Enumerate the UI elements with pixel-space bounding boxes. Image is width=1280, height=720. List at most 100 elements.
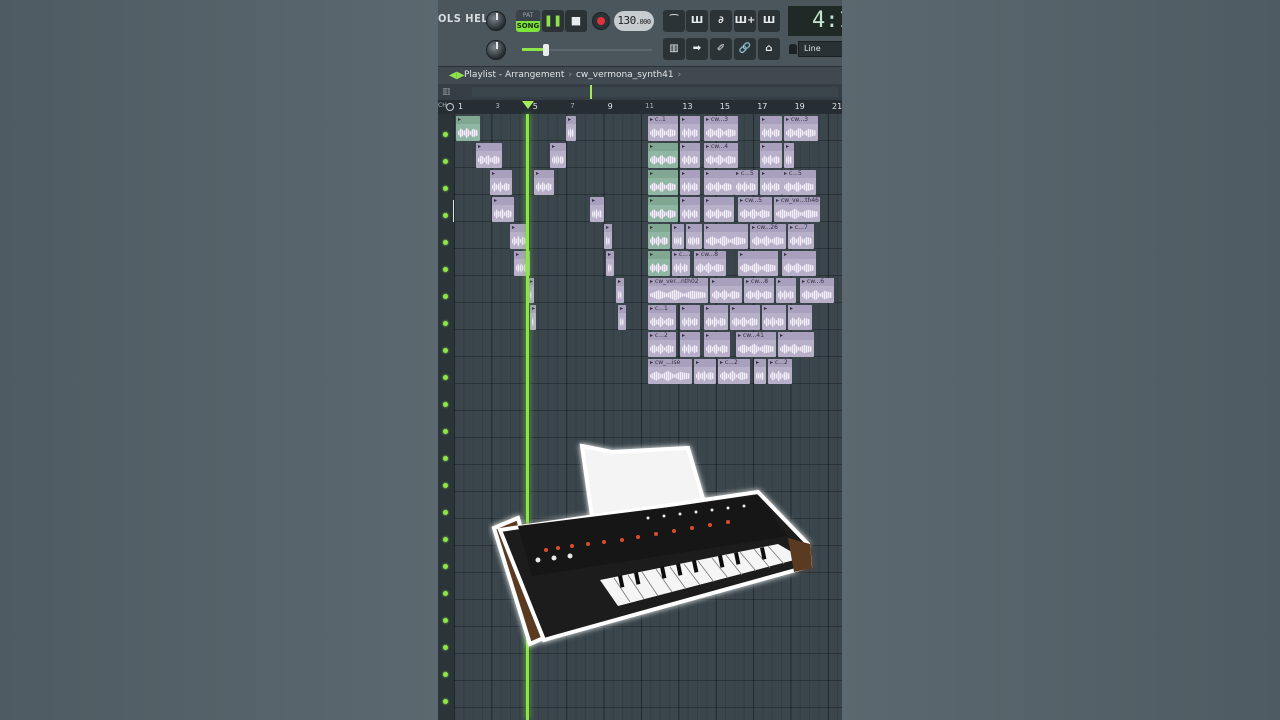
track-mute-led[interactable] (443, 294, 448, 299)
clip-header[interactable]: ▸ (710, 278, 742, 286)
track-mute-led[interactable] (443, 537, 448, 542)
audio-clip[interactable]: ▸ c...2 (768, 359, 792, 384)
plugin-icon[interactable]: ✐ (710, 38, 732, 60)
clip-header[interactable]: ▸ (648, 197, 678, 205)
audio-clip[interactable]: ▸ (492, 197, 514, 222)
clip-header[interactable]: ▸ (782, 251, 816, 259)
clip-header[interactable]: ▸ (738, 251, 778, 259)
clip-header[interactable]: ▸ (704, 197, 734, 205)
audio-clip[interactable]: ▸ (616, 278, 624, 303)
track-mute-led[interactable] (443, 159, 448, 164)
master-volume-knob[interactable] (486, 11, 506, 31)
audio-clip[interactable]: ▸ (606, 251, 614, 276)
clip-header[interactable]: ▸ c...7 (788, 224, 814, 232)
audio-clip[interactable]: ▸ (604, 224, 612, 249)
clip-header[interactable]: ▸ (680, 116, 700, 124)
piano-roll-icon[interactable]: ▥ (663, 38, 685, 60)
song-label[interactable]: SONG (516, 21, 540, 32)
track-mute-led[interactable] (443, 456, 448, 461)
clip-header[interactable]: ▸ c...5 (782, 170, 816, 178)
track-mute-led[interactable] (443, 267, 448, 272)
audio-clip[interactable]: ▸ cw_ver...nth02 (648, 278, 708, 303)
audio-clip[interactable]: ▸ (704, 305, 728, 330)
clip-header[interactable]: ▸ (788, 305, 812, 313)
track-mute-led[interactable] (443, 429, 448, 434)
audio-clip[interactable]: ▸ cw...26 (750, 224, 786, 249)
clip-header[interactable]: ▸ (648, 224, 670, 232)
stop-button[interactable]: ■ (565, 10, 587, 32)
clip-header[interactable]: ▸ cw...8 (694, 251, 726, 259)
clip-header[interactable]: ▸ (760, 143, 782, 151)
audio-clip[interactable]: ▸ (760, 116, 782, 141)
audio-clip[interactable]: ▸ cw...5 (738, 197, 772, 222)
track-mute-led[interactable] (443, 591, 448, 596)
clip-header[interactable]: ▸ (680, 143, 700, 151)
clip-header[interactable]: ▸ (648, 143, 678, 151)
audio-clip[interactable]: ▸ (776, 278, 796, 303)
metronome-icon[interactable]: ⁀ (663, 10, 685, 32)
audio-clip[interactable]: ▸ (710, 278, 742, 303)
clip-header[interactable]: ▸ c...2 (768, 359, 792, 367)
audio-clip[interactable]: ▸ (680, 116, 700, 141)
audio-clip[interactable]: ▸ (680, 170, 700, 195)
track-mute-led[interactable] (443, 402, 448, 407)
clip-header[interactable]: ▸ (760, 170, 782, 178)
audio-clip[interactable]: ▸ c..1 (648, 116, 678, 141)
audio-clip[interactable]: ▸ (476, 143, 502, 168)
clip-header[interactable]: ▸ (456, 116, 480, 124)
clip-header[interactable]: ▸ c..1 (648, 116, 678, 124)
track-mute-led[interactable] (443, 672, 448, 677)
audio-clip[interactable]: ▸ (618, 305, 626, 330)
clip-header[interactable]: ▸ (648, 251, 670, 259)
clip-header[interactable]: ▸ cw...6 (800, 278, 834, 286)
audio-clip[interactable]: ▸ (680, 332, 700, 357)
clip-header[interactable]: ▸ cw...5 (738, 197, 772, 205)
clip-header[interactable]: ▸ (686, 224, 702, 232)
audio-clip[interactable]: ▸ (730, 305, 760, 330)
track-mute-led[interactable] (443, 645, 448, 650)
clip-header[interactable]: ▸ (680, 170, 700, 178)
clip-header[interactable]: ▸ (606, 251, 614, 259)
overview-position-marker[interactable] (590, 85, 592, 99)
clip-header[interactable]: ▸ cw...3 (784, 116, 818, 124)
audio-clip[interactable]: ▸ (788, 305, 812, 330)
countdown-icon[interactable]: ∂ (710, 10, 732, 32)
clip-header[interactable]: ▸ (604, 224, 612, 232)
audio-clip[interactable]: ▸ (760, 170, 782, 195)
audio-clip[interactable]: ▸ (490, 170, 512, 195)
audio-clip[interactable]: ▸ (680, 197, 700, 222)
audio-clip[interactable]: ▸ (704, 197, 734, 222)
track-mute-led[interactable] (443, 348, 448, 353)
audio-clip[interactable]: ▸ cw_...ise (648, 359, 692, 384)
link-icon[interactable]: 🔗 (734, 38, 756, 60)
step-edit-icon[interactable]: Ш+ (734, 10, 756, 32)
wait-input-icon[interactable]: Ш (686, 10, 708, 32)
audio-clip[interactable]: ▸ (686, 224, 702, 249)
audio-clip[interactable]: ▸ cw...41 (736, 332, 776, 357)
track-mute-led[interactable] (443, 510, 448, 515)
audio-clip[interactable]: ▸ (672, 224, 684, 249)
track-mute-led[interactable] (443, 618, 448, 623)
loop-record-icon[interactable]: Ш (758, 10, 780, 32)
audio-clip[interactable]: ▸ (648, 224, 670, 249)
clip-header[interactable]: ▸ (762, 305, 786, 313)
clip-header[interactable]: ▸ (590, 197, 604, 205)
overview-area[interactable] (472, 87, 838, 97)
song-position-marker[interactable] (522, 101, 534, 109)
clip-header[interactable]: ▸ cw...26 (750, 224, 786, 232)
audio-clip[interactable]: ▸ (456, 116, 480, 141)
clip-header[interactable]: ▸ (680, 197, 700, 205)
audio-clip[interactable]: ▸ cw...8 (744, 278, 774, 303)
track-mute-led[interactable] (443, 564, 448, 569)
master-pitch-slider-thumb[interactable] (543, 44, 549, 56)
clip-header[interactable]: ▸ (618, 305, 626, 313)
clip-header[interactable]: ▸ (672, 224, 684, 232)
audio-clip[interactable]: ▸ (784, 143, 794, 168)
track-mute-led[interactable] (443, 132, 448, 137)
audio-clip[interactable]: ▸ (648, 170, 678, 195)
clip-header[interactable]: ▸ cw_...ise (648, 359, 692, 367)
track-mute-led[interactable] (443, 240, 448, 245)
audio-clip[interactable]: ▸ (704, 224, 748, 249)
clip-header[interactable]: ▸ cw...41 (736, 332, 776, 340)
master-pitch-knob[interactable] (486, 40, 506, 60)
